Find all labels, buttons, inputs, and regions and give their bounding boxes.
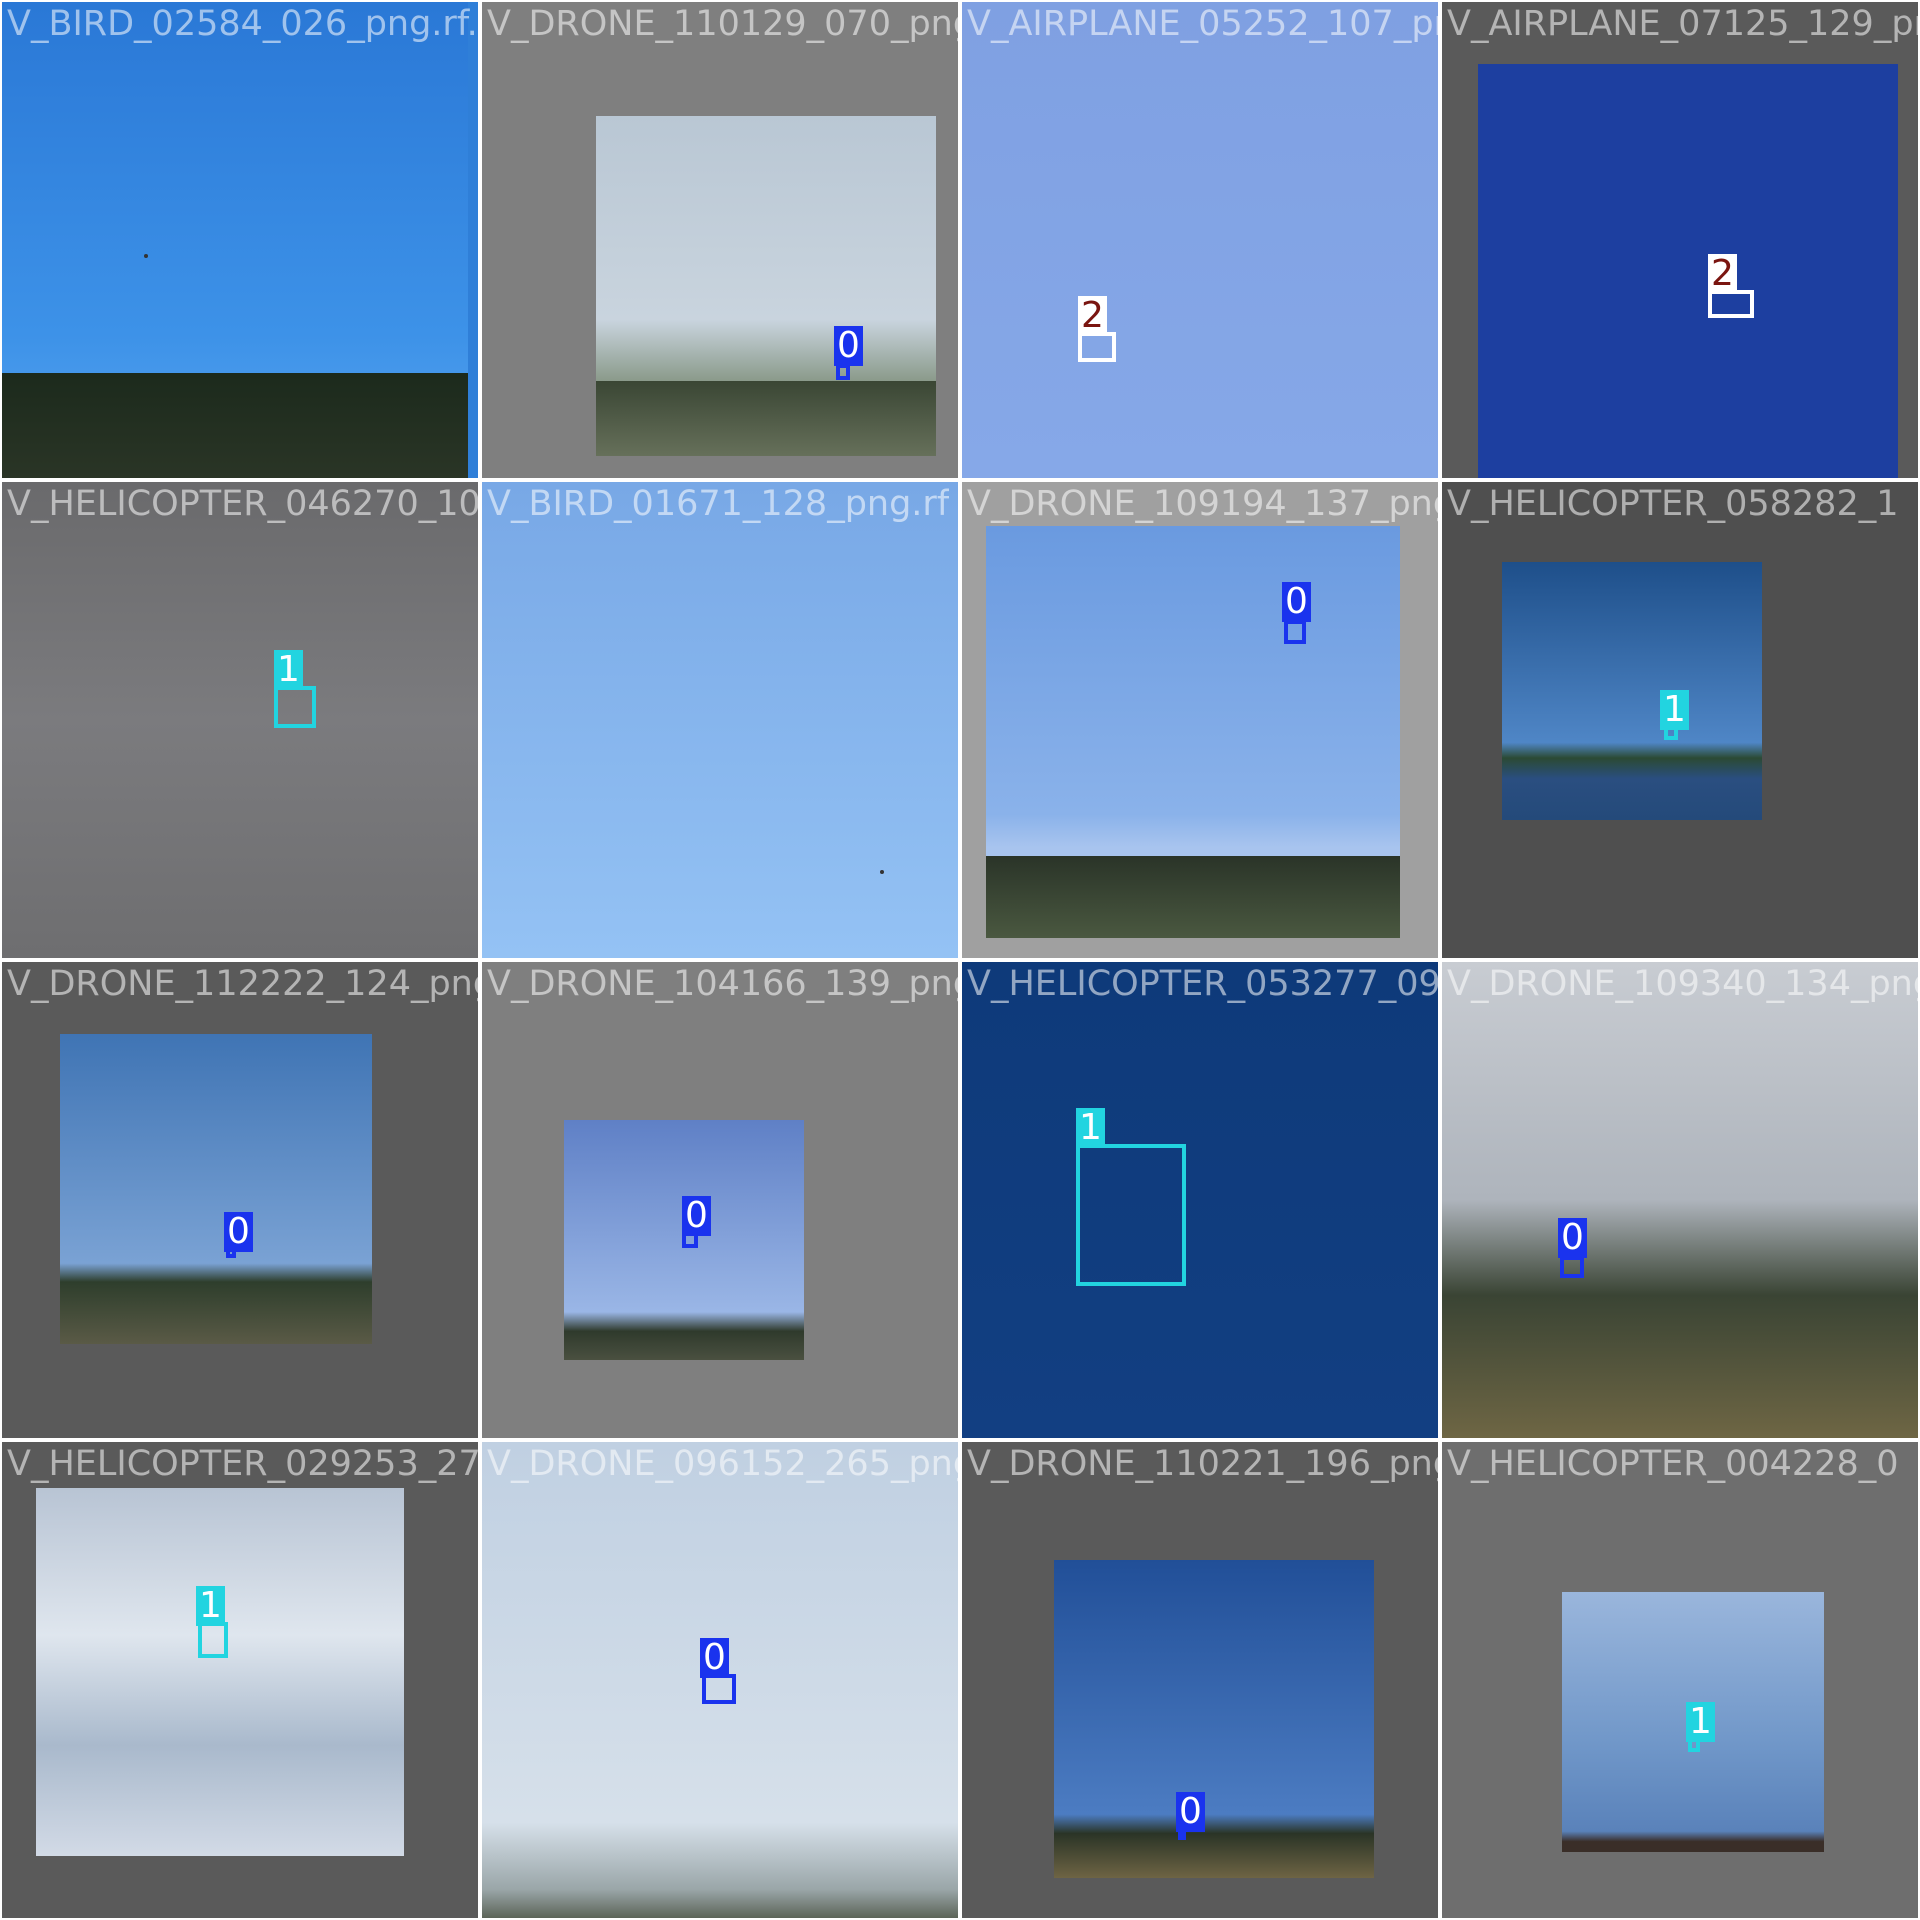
bbox-class-2 [1078, 332, 1116, 362]
image-tile: 0 V_DRONE_110129_070_png.rf.f9a9ffc045a8… [482, 2, 958, 478]
bbox-label: 1 [1686, 1702, 1715, 1742]
bbox-class-1 [274, 686, 316, 728]
sky-photo [1478, 64, 1898, 478]
image-tile: 1 V_HELICOPTER_053277_098_png.rf.b9244c8… [962, 962, 1438, 1438]
image-tile: 0 V_DRONE_109194_137_png.rf.8d723de4a9c7… [962, 482, 1438, 958]
bbox-label: 0 [224, 1212, 253, 1252]
image-tile: V_BIRD_01671_128_png.rf [482, 482, 958, 958]
bbox-label: 0 [1282, 582, 1311, 622]
sky-photo [60, 1034, 372, 1344]
tile-caption: V_HELICOPTER_058282_1 [1447, 484, 1899, 524]
image-tile: 0 V_DRONE_112222_124_png.rf [2, 962, 478, 1438]
image-tile: 0 V_DRONE_109340_134_png.rf [1442, 962, 1918, 1438]
tile-caption: V_AIRPLANE_07125_129_png.rf [1447, 4, 1918, 44]
image-tile: 1 V_HELICOPTER_058282_1 [1442, 482, 1918, 958]
sky-photo [1502, 562, 1762, 820]
bbox-label: 1 [1076, 1108, 1105, 1148]
sky-photo [596, 116, 936, 456]
image-tile: 1 V_HELICOPTER_004228_0 [1442, 1442, 1918, 1918]
image-tile: 1 V_HELICOPTER_046270_102_png.rf.0b11f0d… [2, 482, 478, 958]
bbox-label: 1 [274, 650, 303, 690]
bbox-label: 0 [682, 1196, 711, 1236]
image-tile: 2 V_AIRPLANE_05252_107_png.rf.a6b41a58b4… [962, 2, 1438, 478]
bbox-class-0 [1560, 1256, 1584, 1278]
tile-caption: V_HELICOPTER_046270_102_png.rf.0b11f0d03… [7, 484, 478, 524]
tile-caption: V_DRONE_104166_139_png.rf.0a00a20455d3 [487, 964, 958, 1004]
image-tile: 1 V_HELICOPTER_029253_273_png.rf [2, 1442, 478, 1918]
bbox-class-2 [1708, 290, 1754, 318]
image-tile: 2 V_AIRPLANE_07125_129_png.rf [1442, 2, 1918, 478]
bbox-label: 0 [834, 326, 863, 366]
bbox-label: 1 [1660, 690, 1689, 730]
tile-caption: V_BIRD_02584_026_png.rf.785a0b6d81591127 [7, 4, 478, 44]
bbox-label: 2 [1708, 254, 1737, 294]
image-tile: 0 V_DRONE_104166_139_png.rf.0a00a20455d3 [482, 962, 958, 1438]
sky-photo [1054, 1560, 1374, 1878]
tile-caption: V_DRONE_109340_134_png.rf [1447, 964, 1918, 1004]
tile-caption: V_HELICOPTER_004228_0 [1447, 1444, 1899, 1484]
bbox-label: 0 [1176, 1792, 1205, 1832]
bbox-class-0 [836, 364, 850, 380]
mosaic-grid: V_BIRD_02584_026_png.rf.785a0b6d81591127… [0, 0, 1920, 1920]
tile-caption: V_HELICOPTER_029253_273_png.rf [7, 1444, 478, 1484]
tile-caption: V_BIRD_01671_128_png.rf [487, 484, 950, 524]
bbox-label: 0 [700, 1638, 729, 1678]
bbox-class-0 [702, 1674, 736, 1704]
bbox-label: 1 [196, 1586, 225, 1626]
image-tile: 0 V_DRONE_096152_265_png.rf [482, 1442, 958, 1918]
sky-photo [36, 1488, 404, 1856]
sky-photo [986, 526, 1400, 938]
sky-photo [2, 2, 468, 478]
bbox-class-0 [1284, 620, 1306, 644]
tile-caption: V_DRONE_112222_124_png.rf [7, 964, 478, 1004]
tile-caption: V_DRONE_110221_196_png.rf.f60de1c0e2e [967, 1444, 1438, 1484]
tile-caption: V_DRONE_110129_070_png.rf.f9a9ffc045a805… [487, 4, 958, 44]
tile-caption: V_HELICOPTER_053277_098_png.rf.b9244c849… [967, 964, 1438, 1004]
bbox-label: 0 [1558, 1218, 1587, 1258]
tile-caption: V_DRONE_096152_265_png.rf [487, 1444, 958, 1484]
image-tile: 0 V_DRONE_110221_196_png.rf.f60de1c0e2e [962, 1442, 1438, 1918]
image-tile: V_BIRD_02584_026_png.rf.785a0b6d81591127 [2, 2, 478, 478]
bbox-class-1 [198, 1622, 228, 1658]
tile-caption: V_DRONE_109194_137_png.rf.8d723de4a9c72e… [967, 484, 1438, 524]
bbox-class-1 [1076, 1144, 1186, 1286]
bbox-label: 2 [1078, 296, 1107, 336]
tile-caption: V_AIRPLANE_05252_107_png.rf.a6b41a58b4e8… [967, 4, 1438, 44]
